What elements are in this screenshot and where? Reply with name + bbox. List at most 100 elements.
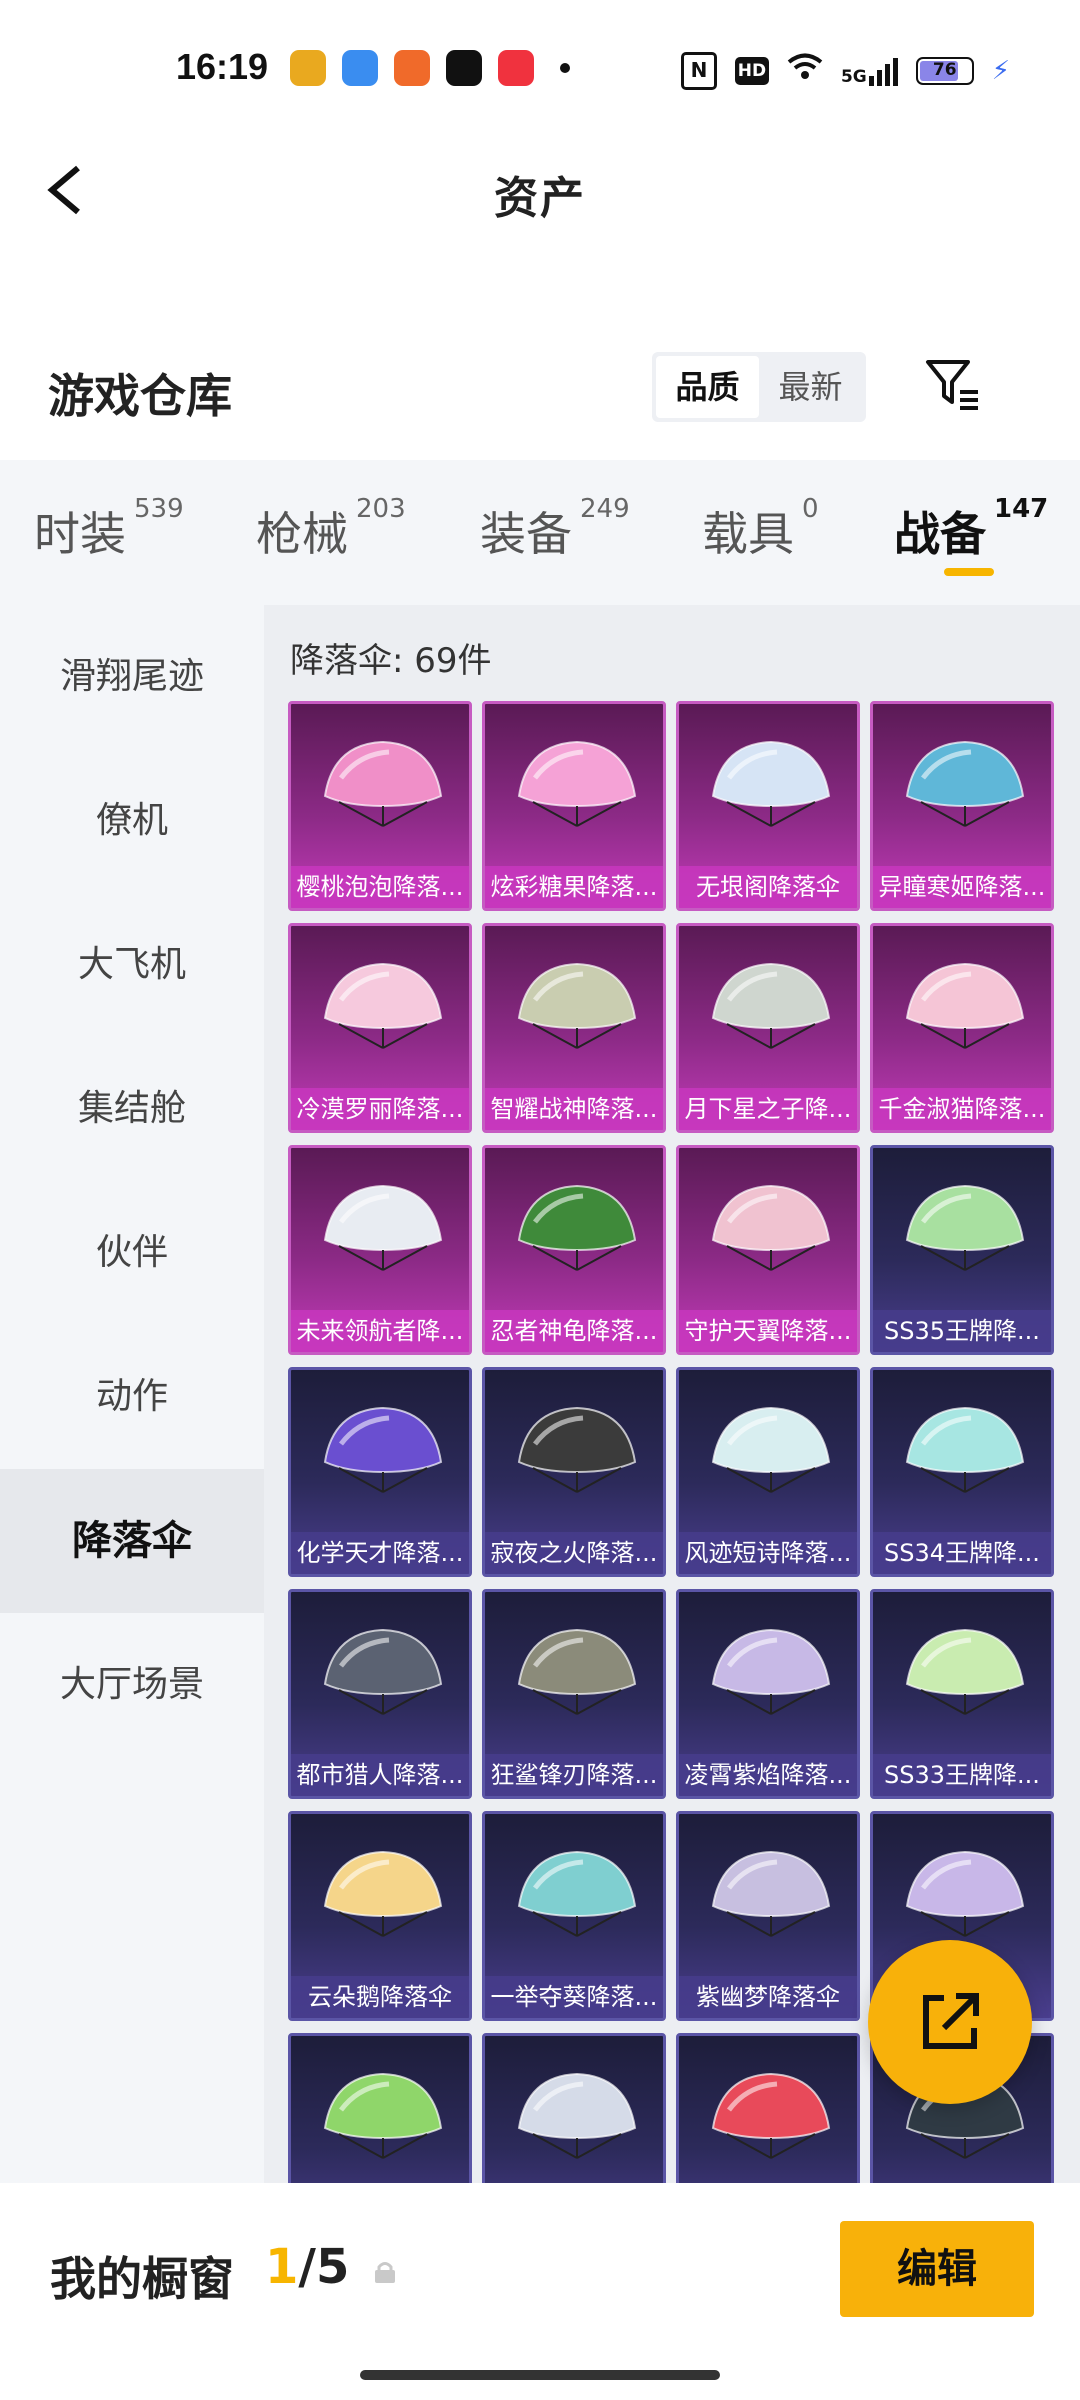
parachute-item-card[interactable]: 都市猎人降落...: [288, 1589, 472, 1799]
parachute-item-card[interactable]: 风迹短诗降落...: [676, 1367, 860, 1577]
music-icon: [498, 50, 534, 86]
parachute-image: [711, 1850, 831, 1937]
item-count: 降落伞: 69件: [290, 641, 492, 681]
share-fab-button[interactable]: [868, 1940, 1032, 2104]
parachute-item-card[interactable]: 冷漠罗丽降落...: [288, 923, 472, 1133]
tab-count: 147: [994, 494, 1049, 524]
parachute-item-card[interactable]: 寂夜之火降落...: [482, 1367, 666, 1577]
parachute-item-card[interactable]: 异瞳寒姬降落...: [870, 701, 1054, 911]
subcategory-sidebar: 滑翔尾迹 僚机 大飞机 集结舱 伙伴 动作 降落伞 大厅场景: [0, 605, 264, 2183]
parachute-item-card[interactable]: 无垠阁降落伞: [676, 701, 860, 911]
item-name: 守护天翼降落...: [679, 1310, 857, 1352]
item-name: 风迹短诗降落...: [679, 1532, 857, 1574]
item-name: 千金淑猫降落...: [873, 1088, 1051, 1130]
item-name: 智耀战神降落...: [485, 1088, 663, 1130]
parachute-image: [905, 1406, 1025, 1493]
parachute-item-card[interactable]: SS34王牌降...: [870, 1367, 1054, 1577]
parachute-item-card[interactable]: 樱桃泡泡降落...: [288, 701, 472, 911]
parachute-image: [711, 1184, 831, 1271]
network-type: 5G: [840, 67, 867, 87]
parachute-image: [517, 962, 637, 1049]
tiktok-icon: [446, 50, 482, 86]
parachute-image: [323, 1184, 443, 1271]
cellular-signal-icon: 5G: [841, 56, 898, 86]
tab-equipment[interactable]: 装备 249: [480, 494, 630, 564]
tab-count: 539: [134, 494, 184, 524]
app-notification-icon: [290, 50, 326, 86]
item-name: 冷漠罗丽降落...: [291, 1088, 469, 1130]
parachute-item-card[interactable]: [288, 2033, 472, 2183]
home-indicator: [360, 2370, 720, 2380]
parachute-item-card[interactable]: 狂鲨锋刃降落...: [482, 1589, 666, 1799]
filter-button[interactable]: [922, 354, 982, 414]
item-name: 忍者神龟降落...: [485, 1310, 663, 1352]
warehouse-title: 游戏仓库: [48, 369, 232, 423]
item-name: 无垠阁降落伞: [679, 866, 857, 908]
parachute-image: [711, 1406, 831, 1493]
parachute-image: [517, 2072, 637, 2159]
sidebar-item-lobby-scene[interactable]: 大厅场景: [0, 1613, 264, 1757]
parachute-item-card[interactable]: 化学天才降落...: [288, 1367, 472, 1577]
nfc-icon: N: [680, 52, 717, 90]
sidebar-item-pod[interactable]: 集结舱: [0, 1037, 264, 1181]
sort-quality-button[interactable]: 品质: [656, 356, 759, 418]
parachute-image: [517, 1850, 637, 1937]
parachute-image: [517, 1406, 637, 1493]
sidebar-item-companion[interactable]: 伙伴: [0, 1181, 264, 1325]
parachute-item-card[interactable]: SS35王牌降...: [870, 1145, 1054, 1355]
parachute-item-card[interactable]: [676, 2033, 860, 2183]
parachute-item-card[interactable]: [482, 2033, 666, 2183]
parachute-item-card[interactable]: 智耀战神降落...: [482, 923, 666, 1133]
parachute-item-card[interactable]: 月下星之子降...: [676, 923, 860, 1133]
item-name: SS35王牌降...: [873, 1310, 1051, 1352]
parachute-image: [905, 962, 1025, 1049]
app-notification-icon: [342, 50, 378, 86]
parachute-item-card[interactable]: 云朵鹅降落伞: [288, 1811, 472, 2021]
tab-combat-gear[interactable]: 战备 147: [894, 494, 1048, 564]
sidebar-item-airplane[interactable]: 大飞机: [0, 893, 264, 1037]
parachute-image: [905, 740, 1025, 827]
showcase-count: 1/5: [265, 2239, 349, 2295]
app-notification-icon: [394, 50, 430, 86]
sidebar-item-wingman[interactable]: 僚机: [0, 749, 264, 893]
tab-label: 枪械: [256, 507, 348, 561]
tab-label: 战备: [894, 507, 986, 561]
parachute-item-card[interactable]: SS33王牌降...: [870, 1589, 1054, 1799]
sort-newest-button[interactable]: 最新: [759, 356, 862, 418]
share-external-icon: [923, 1993, 979, 2049]
filter-icon: [926, 360, 978, 410]
tab-label: 载具: [702, 507, 794, 561]
showcase-title: 我的橱窗: [50, 2252, 234, 2306]
parachute-item-card[interactable]: 千金淑猫降落...: [870, 923, 1054, 1133]
parachute-image: [323, 1406, 443, 1493]
parachute-image: [323, 740, 443, 827]
parachute-image: [323, 2072, 443, 2159]
item-name: 樱桃泡泡降落...: [291, 866, 469, 908]
lock-icon: [375, 2262, 395, 2283]
sidebar-item-emote[interactable]: 动作: [0, 1325, 264, 1469]
tab-vehicles[interactable]: 载具 0: [702, 494, 819, 564]
item-name: 未来领航者降...: [291, 1310, 469, 1352]
showcase-bar: 我的橱窗 1/5 编辑: [0, 2183, 1080, 2400]
sidebar-item-parachute[interactable]: 降落伞: [0, 1469, 264, 1613]
sort-toggle: 品质 最新: [652, 352, 866, 422]
parachute-item-card[interactable]: 忍者神龟降落...: [482, 1145, 666, 1355]
showcase-total: /5: [298, 2239, 350, 2295]
item-name: 紫幽梦降落伞: [679, 1976, 857, 2018]
parachute-item-card[interactable]: 未来领航者降...: [288, 1145, 472, 1355]
edit-button[interactable]: 编辑: [840, 2221, 1034, 2317]
parachute-image: [517, 1184, 637, 1271]
parachute-item-card[interactable]: 炫彩糖果降落...: [482, 701, 666, 911]
tab-fashion[interactable]: 时装 539: [34, 494, 184, 564]
parachute-image: [711, 1628, 831, 1715]
parachute-item-card[interactable]: 紫幽梦降落伞: [676, 1811, 860, 2021]
parachute-item-card[interactable]: 守护天翼降落...: [676, 1145, 860, 1355]
sidebar-item-glide-trail[interactable]: 滑翔尾迹: [0, 605, 264, 749]
parachute-item-card[interactable]: 一举夺葵降落...: [482, 1811, 666, 2021]
charging-icon: ⚡: [991, 56, 1010, 86]
item-name: 月下星之子降...: [679, 1088, 857, 1130]
tab-weapons[interactable]: 枪械 203: [256, 494, 406, 564]
item-name: 寂夜之火降落...: [485, 1532, 663, 1574]
parachute-item-card[interactable]: 凌霄紫焰降落...: [676, 1589, 860, 1799]
more-notifications-dot-icon: [560, 63, 570, 73]
